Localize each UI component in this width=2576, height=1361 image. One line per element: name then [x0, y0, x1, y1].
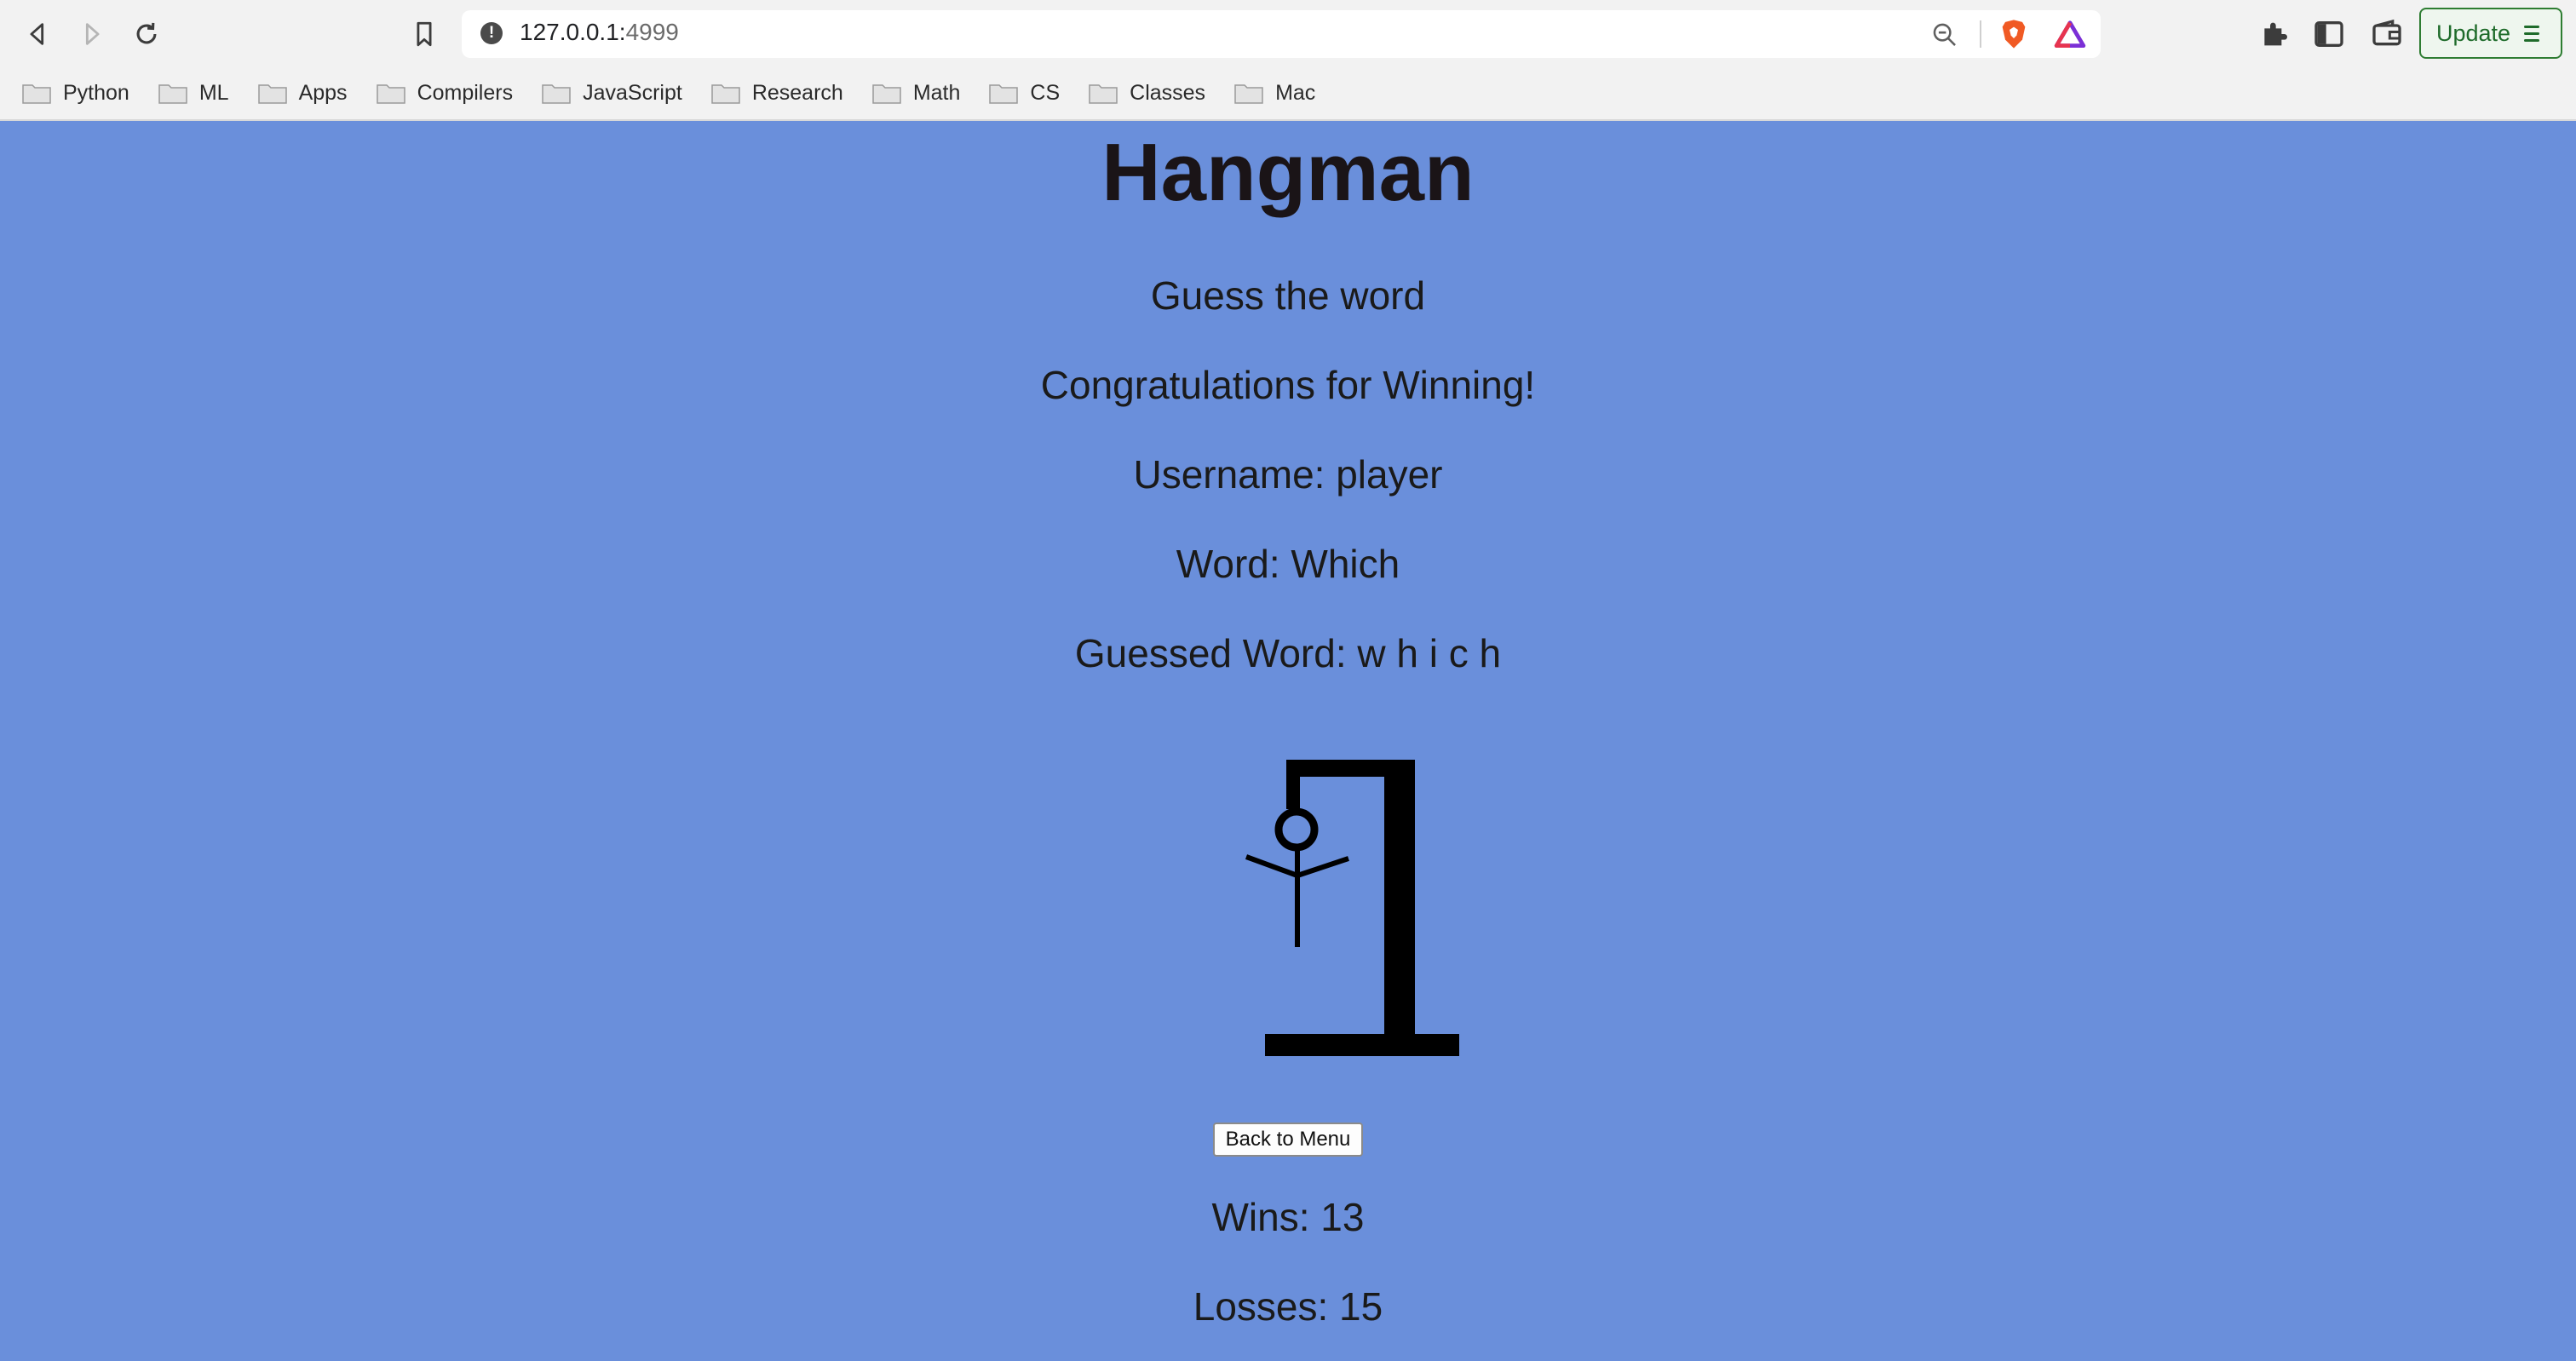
- extensions-puzzle-icon[interactable]: [2257, 17, 2291, 51]
- browser-toolbar: ! 127.0.0.1:4999 Update: [0, 0, 2576, 66]
- page-title: Hangman: [1101, 127, 1475, 218]
- reload-icon: [136, 22, 157, 44]
- address-bar[interactable]: ! 127.0.0.1:4999: [462, 10, 2101, 58]
- gallows-base: [1265, 1034, 1459, 1056]
- bookmark-folder[interactable]: Classes: [1089, 81, 1205, 106]
- wins-count: Wins: 13: [1211, 1195, 1365, 1239]
- bookmark-label: Research: [751, 80, 843, 105]
- bookmark-button[interactable]: [405, 15, 443, 53]
- bookmark-folder[interactable]: Apps: [257, 80, 348, 106]
- update-button[interactable]: Update: [2419, 8, 2562, 59]
- back-nav-button[interactable]: [19, 15, 56, 53]
- zoom-out-icon[interactable]: [1930, 20, 1959, 49]
- bookmark-label: JavaScript: [583, 80, 682, 105]
- folder-icon: [989, 84, 1019, 104]
- menu-lines-icon: [2524, 25, 2540, 42]
- game-prompt: Guess the word: [1150, 273, 1426, 318]
- bookmark-folder[interactable]: Compilers: [376, 80, 514, 106]
- folder-icon: [1089, 84, 1118, 104]
- guessed-word-text: Guessed Word: w h i c h: [1074, 631, 1502, 675]
- brave-rewards-icon[interactable]: [2053, 19, 2087, 51]
- bookmarks-bar: Python ML Apps Compilers JavaScript Rese…: [0, 66, 2576, 121]
- gallows-post: [1384, 760, 1415, 1041]
- word-text: Word: Which: [1176, 542, 1400, 586]
- win-message: Congratulations for Winning!: [1040, 363, 1536, 407]
- losses-count: Losses: 15: [1193, 1284, 1383, 1329]
- bookmark-label: Python: [63, 80, 129, 105]
- url-port: 4999: [625, 19, 679, 45]
- gallows-rope: [1286, 760, 1300, 809]
- bookmark-folder[interactable]: Python: [22, 81, 129, 106]
- bookmark-folder[interactable]: JavaScript: [542, 81, 682, 106]
- bookmark-label: Apps: [298, 80, 348, 105]
- folder-icon: [257, 84, 287, 104]
- gallows-beam: [1286, 760, 1415, 777]
- bookmark-label: Classes: [1130, 80, 1206, 105]
- bookmark-label: ML: [198, 80, 229, 105]
- forward-nav-button[interactable]: [73, 15, 111, 53]
- update-label: Update: [2436, 20, 2511, 46]
- bookmark-label: CS: [1030, 80, 1061, 105]
- bookmark-folder[interactable]: ML: [158, 81, 229, 106]
- url-text: 127.0.0.1:4999: [520, 19, 679, 46]
- bookmark-folder[interactable]: Math: [872, 80, 961, 106]
- folder-icon: [711, 84, 740, 104]
- bookmark-label: Compilers: [417, 80, 514, 105]
- folder-icon: [22, 84, 51, 104]
- hangman-right-arm: [1297, 856, 1349, 878]
- hangman-head: [1274, 807, 1319, 852]
- back-to-menu-button[interactable]: Back to Menu: [1213, 1123, 1363, 1157]
- site-info-icon[interactable]: !: [480, 22, 503, 44]
- brave-shields-icon[interactable]: [1997, 17, 2031, 51]
- bookmark-label: Mac: [1275, 80, 1316, 105]
- reload-button[interactable]: [128, 15, 165, 53]
- folder-icon: [1234, 84, 1263, 104]
- bookmark-folder[interactable]: Research: [711, 81, 843, 106]
- folder-icon: [376, 84, 405, 104]
- sidebar-toggle-icon[interactable]: [2312, 17, 2346, 51]
- bookmark-folder[interactable]: Mac: [1234, 81, 1315, 106]
- bookmark-icon: [417, 21, 432, 47]
- url-separator: [1980, 20, 1981, 48]
- folder-icon: [542, 84, 571, 104]
- hangman-drawing: [1245, 760, 1459, 1056]
- wallet-icon[interactable]: [2370, 17, 2404, 51]
- hangman-left-arm: [1245, 854, 1299, 878]
- back-arrow-icon: [30, 23, 44, 45]
- page-content: Hangman Guess the word Congratulations f…: [0, 121, 2576, 1361]
- bookmark-folder[interactable]: CS: [989, 81, 1060, 106]
- folder-icon: [872, 84, 901, 104]
- bookmark-label: Math: [912, 80, 961, 105]
- username-text: Username: player: [1133, 452, 1443, 497]
- forward-arrow-icon: [85, 23, 100, 45]
- url-host: 127.0.0.1:: [520, 19, 626, 45]
- folder-icon: [158, 84, 187, 104]
